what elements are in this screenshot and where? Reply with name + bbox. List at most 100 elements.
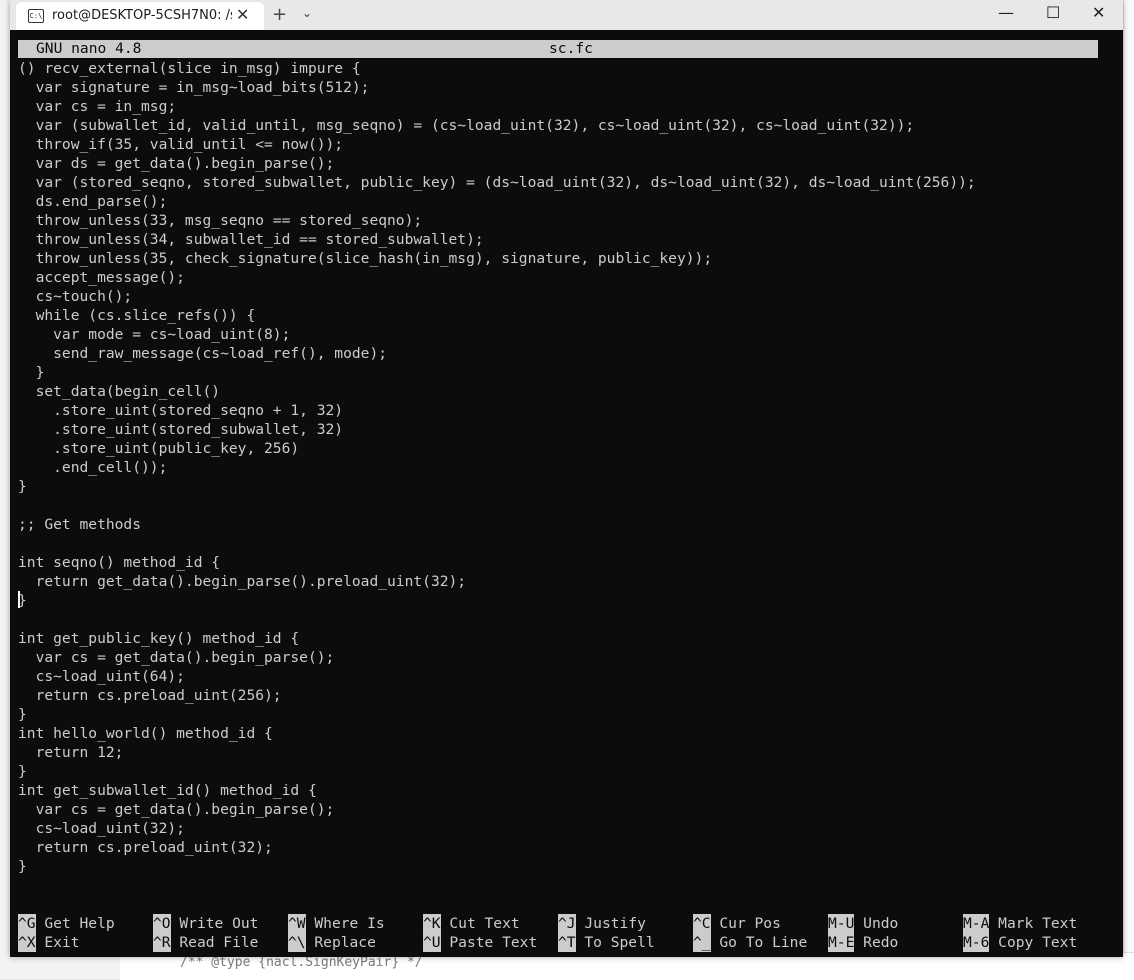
shortcut-item: M-6 Copy Text (963, 933, 1077, 952)
code-editor-area[interactable]: () recv_external(slice in_msg) impure { … (18, 59, 1113, 876)
code-line[interactable]: var signature = in_msg~load_bits(512); (18, 78, 1113, 97)
code-line[interactable]: } (18, 591, 1113, 610)
shortcut-item: ^C Cur Pos (693, 914, 781, 933)
code-line[interactable]: } (18, 705, 1113, 724)
nano-title-bar: GNU nano 4.8 sc.fc (18, 40, 1098, 58)
code-line[interactable]: throw_unless(35, check_signature(slice_h… (18, 249, 1113, 268)
shortcut-key: ^X (18, 933, 36, 952)
shortcut-label: Undo (863, 915, 899, 932)
code-line[interactable]: .store_uint(public_key, 256) (18, 439, 1113, 458)
shortcut-item: ^_ Go To Line (693, 933, 807, 952)
shortcut-key: ^U (423, 933, 441, 952)
tab-dropdown-chevron-icon[interactable]: ⌄ (302, 6, 312, 20)
background-editor-edge (1123, 0, 1134, 979)
code-line[interactable]: return cs.preload_uint(256); (18, 686, 1113, 705)
shortcut-item: ^T To Spell (558, 933, 655, 952)
shortcut-label: Exit (44, 934, 80, 951)
code-line[interactable]: .store_uint(stored_subwallet, 32) (18, 420, 1113, 439)
code-line[interactable] (18, 610, 1113, 629)
code-line[interactable] (18, 534, 1113, 553)
shortcut-item: ^G Get Help (18, 914, 115, 933)
shortcut-key: ^G (18, 914, 36, 933)
code-line[interactable]: int hello_world() method_id { (18, 724, 1113, 743)
shortcut-label: Go To Line (719, 934, 808, 951)
shortcut-item: ^J Justify (558, 914, 646, 933)
code-line[interactable]: return 12; (18, 743, 1113, 762)
text-cursor (18, 591, 20, 608)
terminal-window: C:\ root@DESKTOP-5CSH7N0: /sr ✕ + ⌄ — ☐ … (10, 0, 1123, 957)
code-line[interactable]: } (18, 762, 1113, 781)
tab-title: root@DESKTOP-5CSH7N0: /sr (52, 8, 232, 23)
tab-close-icon[interactable]: ✕ (236, 5, 249, 24)
code-line[interactable] (18, 496, 1113, 515)
code-line[interactable]: } (18, 857, 1113, 876)
shortcut-label: To Spell (584, 934, 655, 951)
shortcut-label: Redo (863, 934, 899, 951)
close-window-button[interactable]: ✕ (1092, 3, 1105, 22)
code-line[interactable]: var ds = get_data().begin_parse(); (18, 154, 1113, 173)
code-line[interactable]: cs~load_uint(32); (18, 819, 1113, 838)
new-tab-button[interactable]: + (272, 4, 287, 25)
shortcut-item: ^R Read File (153, 933, 258, 952)
minimize-button[interactable]: — (998, 3, 1014, 22)
shortcut-item: ^U Paste Text (423, 933, 537, 952)
terminal-tab[interactable]: C:\ root@DESKTOP-5CSH7N0: /sr ✕ (16, 2, 264, 30)
maximize-button[interactable]: ☐ (1046, 3, 1060, 22)
code-line[interactable]: cs~load_uint(64); (18, 667, 1113, 686)
shortcut-key: ^O (153, 914, 171, 933)
nano-filename: sc.fc (549, 40, 593, 57)
shortcut-item: ^K Cut Text (423, 914, 520, 933)
nano-version: GNU nano 4.8 (36, 40, 142, 57)
code-line[interactable]: throw_unless(34, subwallet_id == stored_… (18, 230, 1113, 249)
shortcut-label: Copy Text (998, 934, 1078, 951)
shortcut-key: ^W (288, 914, 306, 933)
code-line[interactable]: () recv_external(slice in_msg) impure { (18, 59, 1113, 78)
terminal-icon: C:\ (28, 9, 44, 23)
shortcut-label: Get Help (44, 915, 115, 932)
code-line[interactable]: send_raw_message(cs~load_ref(), mode); (18, 344, 1113, 363)
code-line[interactable]: .end_cell()); (18, 458, 1113, 477)
code-line[interactable]: return get_data().begin_parse().preload_… (18, 572, 1113, 591)
shortcut-label: Read File (179, 934, 259, 951)
code-line[interactable]: var cs = in_msg; (18, 97, 1113, 116)
shortcut-key: ^T (558, 933, 576, 952)
nano-shortcut-bar: ^G Get Help ^O Write Out ^W Where Is ^K Cut… (18, 914, 1113, 954)
terminal-content[interactable]: GNU nano 4.8 sc.fc () recv_external(slic… (10, 30, 1123, 957)
shortcut-item: ^W Where Is (288, 914, 385, 933)
shortcut-label: Mark Text (998, 915, 1078, 932)
shortcut-key: ^J (558, 914, 576, 933)
shortcut-item: ^\ Replace (288, 933, 376, 952)
code-line[interactable]: } (18, 477, 1113, 496)
code-line[interactable]: var cs = get_data().begin_parse(); (18, 800, 1113, 819)
code-line[interactable]: int get_subwallet_id() method_id { (18, 781, 1113, 800)
code-line[interactable]: var mode = cs~load_uint(8); (18, 325, 1113, 344)
code-line[interactable]: ;; Get methods (18, 515, 1113, 534)
shortcut-key: ^K (423, 914, 441, 933)
shortcut-key: ^C (693, 914, 711, 933)
code-line[interactable]: while (cs.slice_refs()) { (18, 306, 1113, 325)
code-line[interactable]: throw_if(35, valid_until <= now()); (18, 135, 1113, 154)
code-line[interactable]: .store_uint(stored_seqno + 1, 32) (18, 401, 1113, 420)
code-line[interactable]: throw_unless(33, msg_seqno == stored_seq… (18, 211, 1113, 230)
code-line[interactable]: var (stored_seqno, stored_subwallet, pub… (18, 173, 1113, 192)
code-line[interactable]: ds.end_parse(); (18, 192, 1113, 211)
code-line[interactable]: accept_message(); (18, 268, 1113, 287)
shortcut-label: Cur Pos (719, 915, 781, 932)
shortcut-label: Where Is (314, 915, 385, 932)
shortcut-item: ^X Exit (18, 933, 80, 952)
shortcut-label: Write Out (179, 915, 259, 932)
shortcut-key: ^R (153, 933, 171, 952)
code-line[interactable]: } (18, 363, 1113, 382)
code-line[interactable]: set_data(begin_cell() (18, 382, 1113, 401)
title-bar[interactable]: C:\ root@DESKTOP-5CSH7N0: /sr ✕ + ⌄ — ☐ … (10, 0, 1123, 30)
code-line[interactable]: int get_public_key() method_id { (18, 629, 1113, 648)
code-line[interactable]: var cs = get_data().begin_parse(); (18, 648, 1113, 667)
shortcut-label: Cut Text (449, 915, 520, 932)
shortcut-label: Justify (584, 915, 646, 932)
code-line[interactable]: return cs.preload_uint(32); (18, 838, 1113, 857)
code-line[interactable]: int seqno() method_id { (18, 553, 1113, 572)
code-line[interactable]: var (subwallet_id, valid_until, msg_seqn… (18, 116, 1113, 135)
code-line[interactable]: cs~touch(); (18, 287, 1113, 306)
shortcut-key: ^_ (693, 933, 711, 952)
shortcut-key: ^\ (288, 933, 306, 952)
